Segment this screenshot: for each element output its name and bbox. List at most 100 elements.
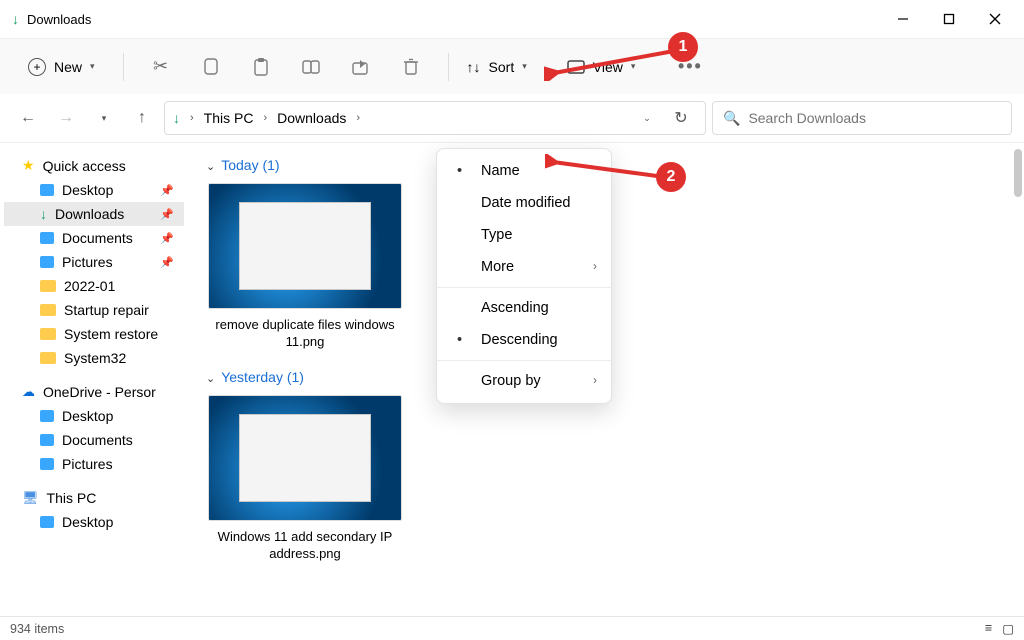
paste-button[interactable] — [242, 48, 280, 86]
menu-item-ascending[interactable]: Ascending — [437, 292, 611, 324]
pin-icon: 📌 — [160, 208, 174, 221]
cut-button[interactable]: ✂ — [142, 48, 180, 86]
sidebar-label: Desktop — [62, 408, 113, 424]
menu-separator — [437, 360, 611, 361]
sidebar-label: System32 — [64, 350, 126, 366]
up-button[interactable]: ↑ — [126, 102, 158, 134]
file-item[interactable]: remove duplicate files windows 11.png — [208, 183, 402, 351]
chevron-down-icon: ⌄ — [206, 373, 215, 385]
folder-icon — [40, 280, 56, 292]
back-button[interactable]: ← — [12, 102, 44, 134]
sidebar-label: 2022-01 — [64, 278, 115, 294]
documents-icon — [40, 232, 54, 244]
details-view-button[interactable]: ≡ — [985, 621, 992, 636]
address-bar[interactable]: ↓ › This PC › Downloads › ⌄ ↻ — [164, 101, 706, 135]
scissors-icon: ✂ — [153, 56, 168, 77]
file-item[interactable]: Windows 11 add secondary IP address.png — [208, 395, 402, 563]
sidebar-label: Quick access — [43, 158, 126, 174]
maximize-button[interactable] — [926, 3, 972, 35]
sidebar-label: Downloads — [55, 206, 124, 222]
sort-icon: ↑↓ — [467, 59, 481, 75]
status-count: 934 items — [10, 622, 64, 636]
close-button[interactable] — [972, 3, 1018, 35]
sidebar-label: Documents — [62, 432, 133, 448]
sidebar-downloads[interactable]: ↓Downloads📌 — [4, 202, 184, 226]
desktop-icon — [40, 516, 54, 528]
sidebar-folder[interactable]: System restore — [4, 322, 184, 346]
sidebar-label: System restore — [64, 326, 158, 342]
desktop-icon — [40, 184, 54, 196]
close-icon — [989, 13, 1001, 25]
clipboard-icon — [252, 57, 270, 77]
group-label: Today (1) — [221, 157, 279, 173]
chevron-down-icon: ▾ — [102, 113, 107, 124]
chevron-down-icon: ▾ — [90, 61, 95, 72]
sidebar-desktop[interactable]: Desktop📌 — [4, 178, 184, 202]
sidebar-this-pc[interactable]: 🖥This PC — [4, 486, 184, 510]
chevron-right-icon: › — [186, 112, 198, 124]
annotation-marker-1: 1 — [668, 32, 698, 62]
sidebar-documents[interactable]: Documents📌 — [4, 226, 184, 250]
group-label: Yesterday (1) — [221, 369, 304, 385]
window-title: Downloads — [27, 12, 91, 27]
sidebar-pictures[interactable]: Pictures📌 — [4, 250, 184, 274]
menu-item-descending[interactable]: Descending — [437, 324, 611, 356]
thumbnail — [208, 395, 402, 521]
chevron-down-icon: ⌄ — [206, 161, 215, 173]
thumbnail — [208, 183, 402, 309]
sidebar-label: This PC — [47, 490, 97, 506]
annotation-arrow — [544, 45, 684, 81]
sidebar-od-desktop[interactable]: Desktop — [4, 404, 184, 428]
rename-button[interactable] — [292, 48, 330, 86]
delete-button[interactable] — [392, 48, 430, 86]
menu-separator — [437, 287, 611, 288]
new-button[interactable]: + New ▾ — [18, 52, 105, 82]
sidebar-folder[interactable]: System32 — [4, 346, 184, 370]
breadcrumb-seg[interactable]: Downloads — [277, 110, 346, 126]
sidebar-label: Desktop — [62, 514, 113, 530]
sort-button[interactable]: ↑↓ Sort ▾ — [467, 59, 527, 75]
sidebar-onedrive[interactable]: ☁OneDrive - Persor — [4, 380, 184, 404]
menu-item-type[interactable]: Type — [437, 219, 611, 251]
pin-icon: 📌 — [160, 184, 174, 197]
sort-label: Sort — [489, 59, 515, 75]
rename-icon — [301, 58, 321, 76]
minimize-button[interactable] — [880, 3, 926, 35]
tiles-view-button[interactable]: ▢ — [1002, 621, 1014, 636]
sidebar-folder[interactable]: Startup repair — [4, 298, 184, 322]
new-label: New — [54, 59, 82, 75]
sidebar-pc-desktop[interactable]: Desktop — [4, 510, 184, 534]
sidebar-folder[interactable]: 2022-01 — [4, 274, 184, 298]
folder-icon — [40, 328, 56, 340]
up-icon: ↑ — [138, 109, 146, 127]
search-box[interactable]: 🔍 — [712, 101, 1012, 135]
status-bar: 934 items ≡ ▢ — [0, 616, 1024, 640]
forward-button[interactable]: → — [50, 102, 82, 134]
menu-item-more[interactable]: More› — [437, 251, 611, 283]
breadcrumb-seg[interactable]: This PC — [204, 110, 254, 126]
refresh-button[interactable]: ↻ — [665, 102, 697, 134]
addr-dropdown[interactable]: ⌄ — [631, 102, 663, 134]
recent-button[interactable]: ▾ — [88, 102, 120, 134]
sidebar-label: Startup repair — [64, 302, 149, 318]
desktop-icon — [40, 410, 54, 422]
star-icon: ★ — [22, 157, 35, 174]
sidebar-label: OneDrive - Persor — [43, 384, 156, 400]
sidebar-od-documents[interactable]: Documents — [4, 428, 184, 452]
sidebar-od-pictures[interactable]: Pictures — [4, 452, 184, 476]
divider — [448, 53, 449, 81]
share-button[interactable] — [342, 48, 380, 86]
pin-icon: 📌 — [160, 232, 174, 245]
menu-item-groupby[interactable]: Group by› — [437, 365, 611, 397]
nav-row: ← → ▾ ↑ ↓ › This PC › Downloads › ⌄ ↻ 🔍 — [0, 94, 1024, 142]
menu-label: Name — [481, 163, 520, 179]
sidebar: ★Quick access Desktop📌 ↓Downloads📌 Docum… — [0, 143, 188, 616]
maximize-icon — [943, 13, 955, 25]
search-input[interactable] — [748, 110, 1001, 126]
scrollbar-thumb[interactable] — [1014, 149, 1022, 197]
copy-button[interactable] — [192, 48, 230, 86]
menu-item-date[interactable]: Date modified — [437, 187, 611, 219]
copy-icon — [202, 57, 220, 77]
sidebar-quick-access[interactable]: ★ Quick access — [4, 153, 184, 178]
folder-icon — [40, 352, 56, 364]
